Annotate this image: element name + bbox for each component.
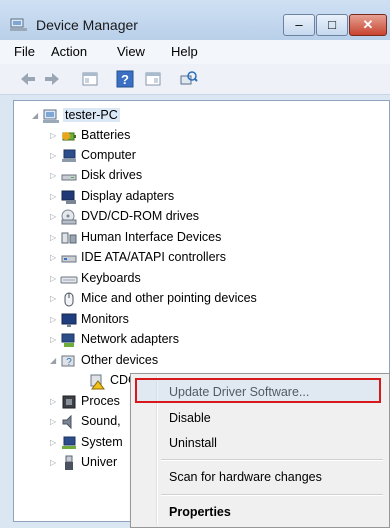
- warning-device-icon: [90, 374, 105, 390]
- menu-help[interactable]: Help: [171, 44, 198, 59]
- expand-arrow-icon[interactable]: ▷: [50, 274, 58, 283]
- sound-icon: [62, 414, 72, 430]
- expand-arrow-icon[interactable]: ▷: [50, 315, 58, 324]
- dvd-drive-icon: [61, 209, 77, 225]
- monitor-icon: [61, 313, 77, 327]
- disable-menu-item[interactable]: Disable: [169, 411, 211, 425]
- tree-item-label: Other devices: [81, 353, 159, 367]
- tree-item-label: Sound,: [81, 414, 121, 428]
- display-adapter-icon: [61, 190, 76, 204]
- tree-item-label: Batteries: [81, 128, 131, 142]
- menu-separator: [161, 459, 383, 461]
- collapse-arrow-icon[interactable]: ◢: [50, 356, 58, 365]
- show-hide-console-icon[interactable]: [80, 69, 100, 89]
- menu-file[interactable]: File: [14, 44, 35, 59]
- tree-item-label: Proces: [81, 394, 120, 408]
- tree-item-label: Display adapters: [81, 189, 175, 203]
- expand-arrow-icon[interactable]: ▷: [50, 192, 58, 201]
- uninstall-menu-item[interactable]: Uninstall: [169, 436, 217, 450]
- expand-arrow-icon[interactable]: ▷: [50, 131, 58, 140]
- maximize-button[interactable]: □: [316, 14, 348, 36]
- device-manager-icon: [10, 18, 27, 31]
- properties-pane-icon[interactable]: [143, 69, 163, 89]
- battery-icon: [62, 132, 76, 141]
- tree-item-label: Mice and other pointing devices: [81, 291, 257, 305]
- svg-text:?: ?: [121, 72, 129, 87]
- expand-arrow-icon[interactable]: ▷: [50, 438, 58, 447]
- scan-hardware-menu-item[interactable]: Scan for hardware changes: [169, 470, 322, 484]
- forward-arrow-icon[interactable]: [42, 69, 62, 89]
- device-manager-window: Device Manager – □ ✕ File Action View He…: [0, 0, 390, 528]
- hid-icon: [61, 232, 77, 244]
- tree-item-label: Monitors: [81, 312, 129, 326]
- tree-item-label: System: [81, 435, 123, 449]
- tree-item-label: Keyboards: [81, 271, 141, 285]
- back-arrow-icon[interactable]: [18, 69, 38, 89]
- scan-hardware-icon[interactable]: [178, 69, 198, 89]
- expand-arrow-icon[interactable]: ▷: [50, 458, 58, 467]
- expand-arrow-icon[interactable]: ▷: [50, 417, 58, 426]
- tree-item-label: Disk drives: [81, 168, 143, 182]
- tree-item-label: Univer: [81, 455, 118, 469]
- mouse-icon: [64, 292, 74, 307]
- tree-item-label: IDE ATA/ATAPI controllers: [81, 250, 226, 264]
- network-adapter-icon: [61, 333, 75, 347]
- window-title: Device Manager: [36, 17, 138, 33]
- keyboard-icon: [60, 276, 78, 284]
- help-icon[interactable]: ?: [115, 69, 135, 89]
- menu-bar: File Action View Help: [0, 40, 390, 64]
- processor-icon: [62, 395, 76, 409]
- other-devices-icon: ?: [61, 355, 75, 368]
- disk-drive-icon: [61, 174, 77, 181]
- minimize-icon: –: [295, 17, 303, 32]
- menu-action[interactable]: Action: [51, 44, 87, 59]
- expand-arrow-icon[interactable]: ▷: [50, 212, 58, 221]
- properties-menu-item[interactable]: Properties: [169, 505, 231, 519]
- system-device-icon: [62, 436, 76, 449]
- highlight-box: [135, 378, 381, 403]
- expand-arrow-icon[interactable]: ▷: [50, 171, 58, 180]
- collapse-arrow-icon[interactable]: ◢: [32, 111, 40, 120]
- close-button[interactable]: ✕: [349, 14, 387, 36]
- tree-root-label: tester-PC: [63, 108, 120, 122]
- computer-icon: [62, 149, 76, 162]
- tree-item-label: Computer: [81, 148, 136, 162]
- expand-arrow-icon[interactable]: ▷: [50, 335, 58, 344]
- expand-arrow-icon[interactable]: ▷: [50, 151, 58, 160]
- computer-root-icon: [43, 109, 59, 123]
- close-icon: ✕: [362, 17, 374, 32]
- expand-arrow-icon[interactable]: ▷: [50, 397, 58, 406]
- tree-item-label: Network adapters: [81, 332, 179, 346]
- menu-separator: [161, 494, 383, 496]
- minimize-button[interactable]: –: [283, 14, 315, 36]
- svg-text:?: ?: [66, 357, 72, 368]
- tree-item-label: Human Interface Devices: [81, 230, 222, 244]
- menu-view[interactable]: View: [117, 44, 145, 59]
- ide-controller-icon: [61, 255, 77, 263]
- usb-icon: [65, 455, 73, 470]
- toolbar: ?: [0, 64, 390, 95]
- expand-arrow-icon[interactable]: ▷: [50, 294, 58, 303]
- maximize-icon: □: [328, 17, 336, 32]
- tree-item-label: DVD/CD-ROM drives: [81, 209, 200, 223]
- tree-root[interactable]: ◢ tester-PC: [32, 106, 182, 126]
- expand-arrow-icon[interactable]: ▷: [50, 233, 58, 242]
- title-bar[interactable]: Device Manager – □ ✕: [0, 0, 390, 40]
- expand-arrow-icon[interactable]: ▷: [50, 253, 58, 262]
